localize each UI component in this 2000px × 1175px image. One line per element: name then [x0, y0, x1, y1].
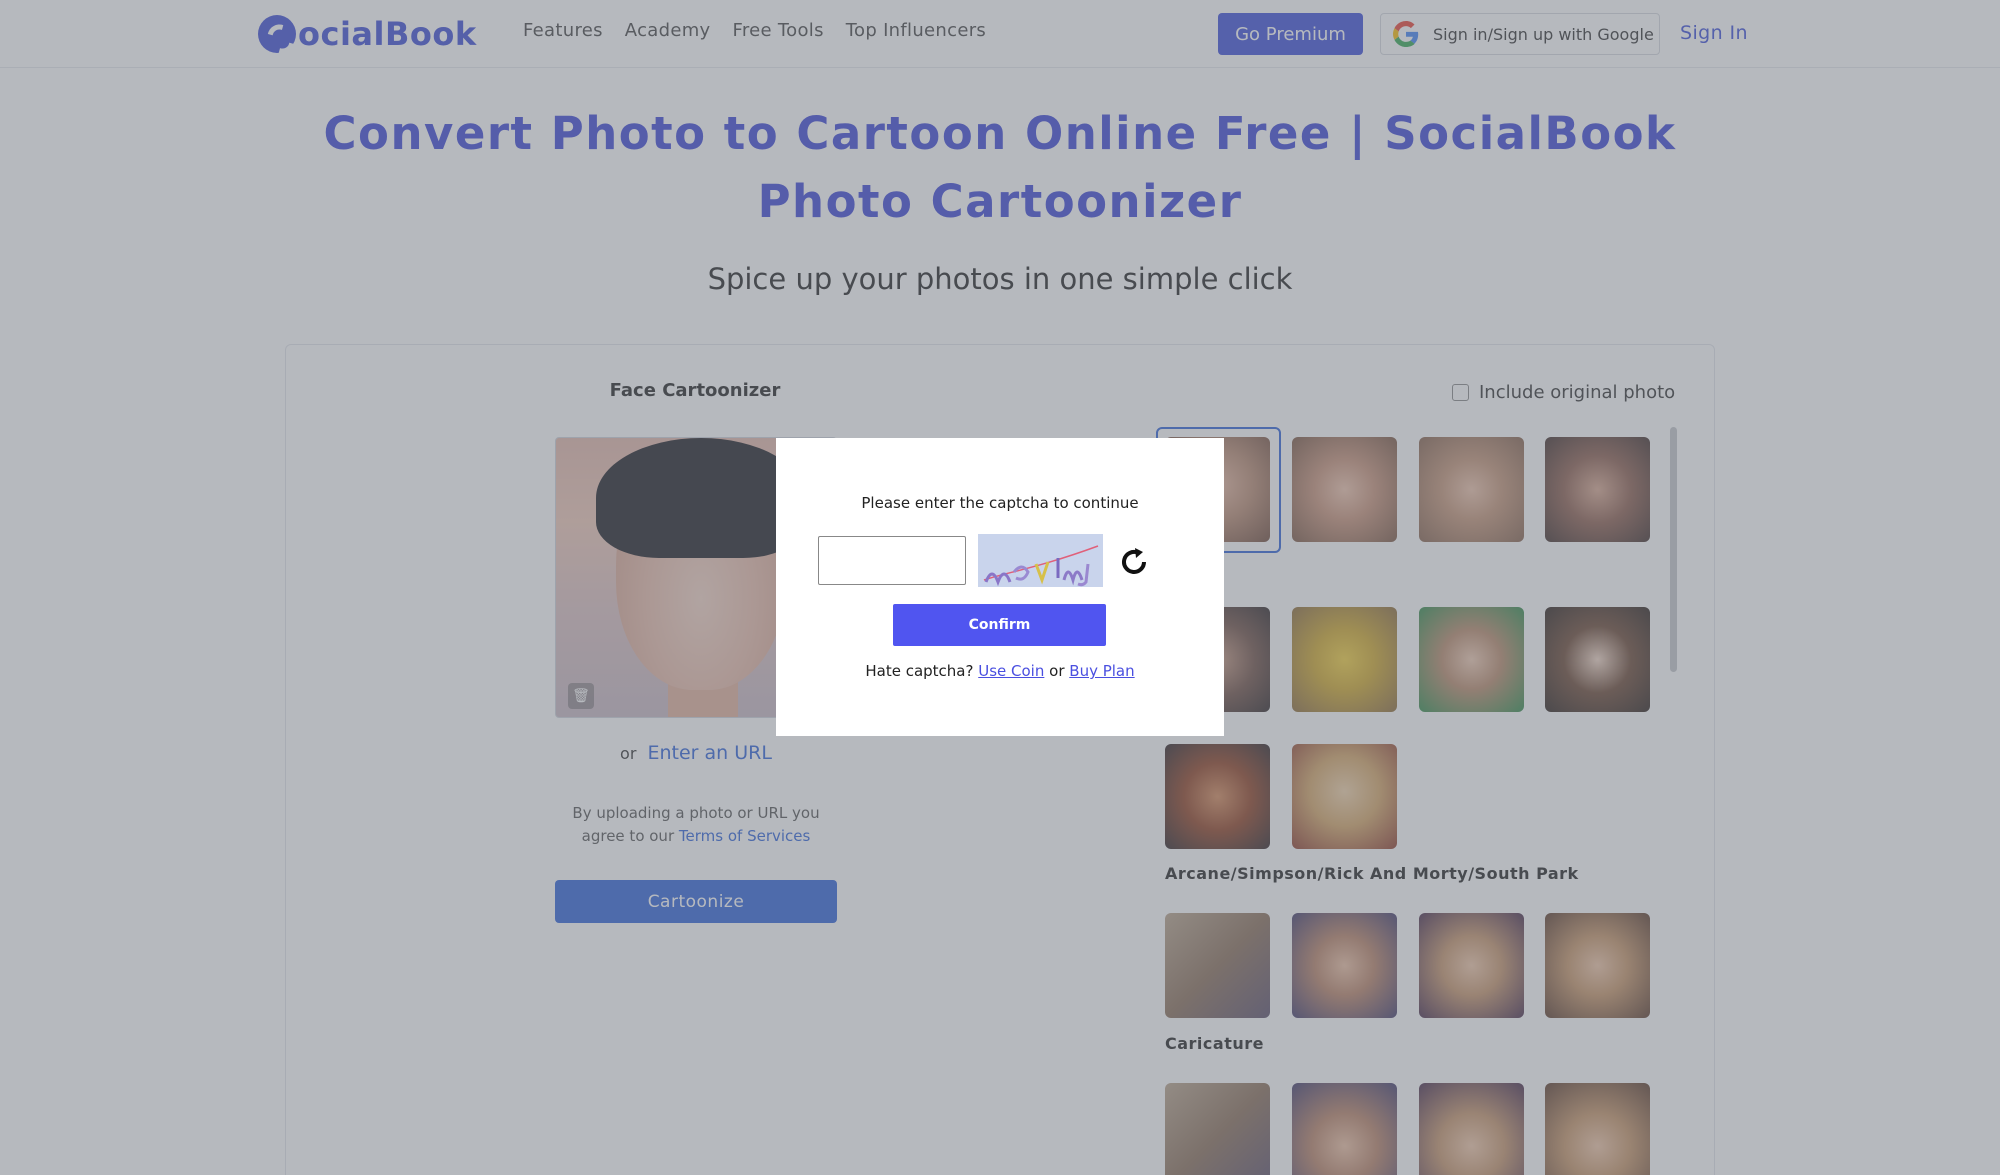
- buy-plan-link[interactable]: Buy Plan: [1069, 662, 1134, 680]
- or-separator: or: [1049, 662, 1065, 680]
- hate-captcha-row: Hate captcha? Use Coin or Buy Plan: [776, 662, 1224, 680]
- captcha-input[interactable]: [818, 536, 966, 585]
- captcha-message: Please enter the captcha to continue: [861, 494, 1139, 512]
- confirm-button[interactable]: Confirm: [893, 604, 1106, 646]
- captcha-modal: Please enter the captcha to continue Con…: [776, 438, 1224, 736]
- captcha-image: [978, 534, 1103, 587]
- hate-captcha-text: Hate captcha?: [865, 662, 974, 680]
- use-coin-link[interactable]: Use Coin: [978, 662, 1044, 680]
- captcha-glyphs: [983, 545, 1099, 587]
- refresh-captcha-icon[interactable]: [1118, 546, 1150, 578]
